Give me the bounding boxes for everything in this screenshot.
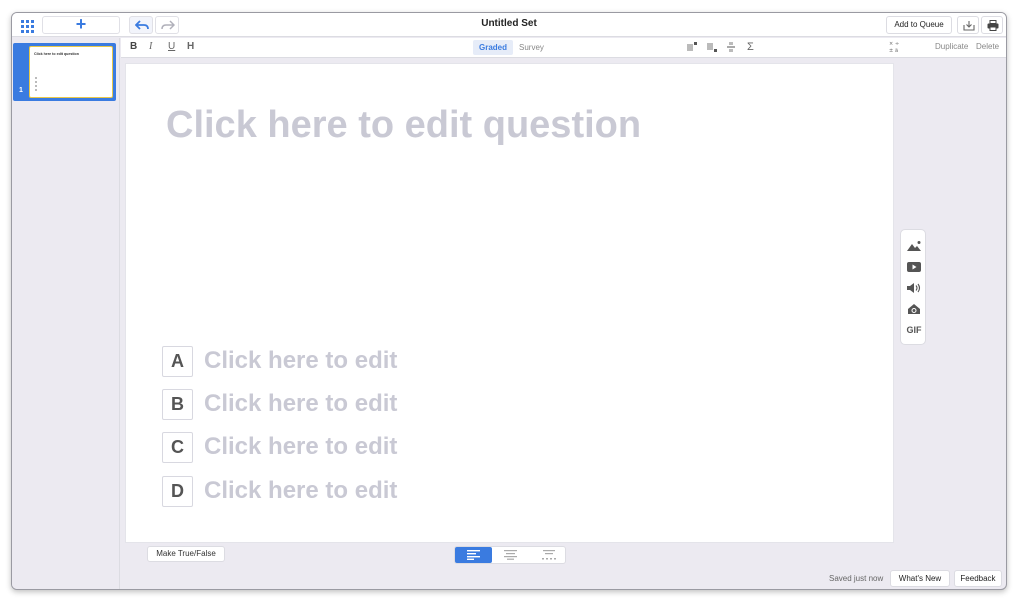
slide-thumbnail[interactable]: 1 Click here to edit question [13,43,116,101]
answer-text-field[interactable]: Click here to edit [204,433,397,461]
heading-button[interactable]: H [187,41,194,52]
tab-graded[interactable]: Graded [473,40,513,55]
save-status: Saved just now [829,574,884,583]
svg-text:ä: ä [895,48,898,53]
slide-preview: Click here to edit question [29,46,113,98]
print-button[interactable] [981,16,1003,34]
answer-letter[interactable]: D [162,476,193,507]
italic-button[interactable]: I [149,41,152,52]
answer-letter[interactable]: C [162,432,193,463]
duplicate-button[interactable]: Duplicate [935,42,968,51]
delete-button[interactable]: Delete [976,42,999,51]
add-to-queue-button[interactable]: Add to Queue [886,16,952,34]
align-center-icon [504,550,517,560]
gif-icon[interactable]: GIF [906,323,922,337]
bold-button[interactable]: B [130,41,137,52]
underline-button[interactable]: U [168,41,175,52]
svg-text:±: ± [889,48,893,53]
align-center-button[interactable] [492,547,529,563]
answer-text-field[interactable]: Click here to edit [204,390,397,418]
media-panel: GIF [900,229,926,345]
answer-d[interactable]: D Click here to edit [162,476,562,507]
feedback-button[interactable]: Feedback [954,570,1002,587]
answer-c[interactable]: C Click here to edit [162,432,562,463]
answer-letter[interactable]: A [162,346,193,377]
svg-text:÷: ÷ [895,41,899,47]
equation-button[interactable]: Σ [747,41,754,53]
align-left-button[interactable] [455,547,492,563]
align-left-icon [467,550,480,560]
slide-preview-text: Click here to edit question [34,52,79,56]
answer-text-field[interactable]: Click here to edit [204,347,397,375]
web-icon[interactable] [906,302,922,316]
app-window: + Untitled Set Add to Queue 1 Click here… [11,12,1007,590]
download-icon [963,21,975,31]
special-characters-icon[interactable]: × ÷± ä [889,40,901,53]
audio-icon[interactable] [906,281,922,295]
format-toolbar: B I U H Graded Survey Σ × ÷ ± ä Duplicate D… [121,38,1006,58]
set-title[interactable]: Untitled Set [12,18,1006,29]
question-field[interactable]: Click here to edit question [166,104,641,147]
slide-number: 1 [19,87,23,94]
layout-alignment-group [454,546,566,564]
superscript-icon[interactable] [687,42,697,52]
slide-sidebar: 1 Click here to edit question [12,38,120,589]
top-bar: + Untitled Set Add to Queue [12,13,1006,37]
svg-text:×: × [889,41,893,47]
strikethrough-icon[interactable] [727,42,735,52]
answer-a[interactable]: A Click here to edit [162,346,562,377]
subscript-icon[interactable] [707,42,717,52]
tab-survey[interactable]: Survey [519,40,544,55]
answer-grid-icon [542,550,556,560]
answer-letter[interactable]: B [162,389,193,420]
answer-b[interactable]: B Click here to edit [162,389,562,420]
align-grid-button[interactable] [529,547,566,563]
slide-preview-answers [35,77,37,93]
slide-canvas: Click here to edit question A Click here… [125,63,894,543]
image-icon[interactable] [906,239,922,253]
video-icon[interactable] [906,260,922,274]
export-button[interactable] [957,16,979,34]
make-true-false-button[interactable]: Make True/False [147,546,225,562]
whats-new-button[interactable]: What's New [890,570,950,587]
print-icon [987,20,999,31]
answer-text-field[interactable]: Click here to edit [204,477,397,505]
